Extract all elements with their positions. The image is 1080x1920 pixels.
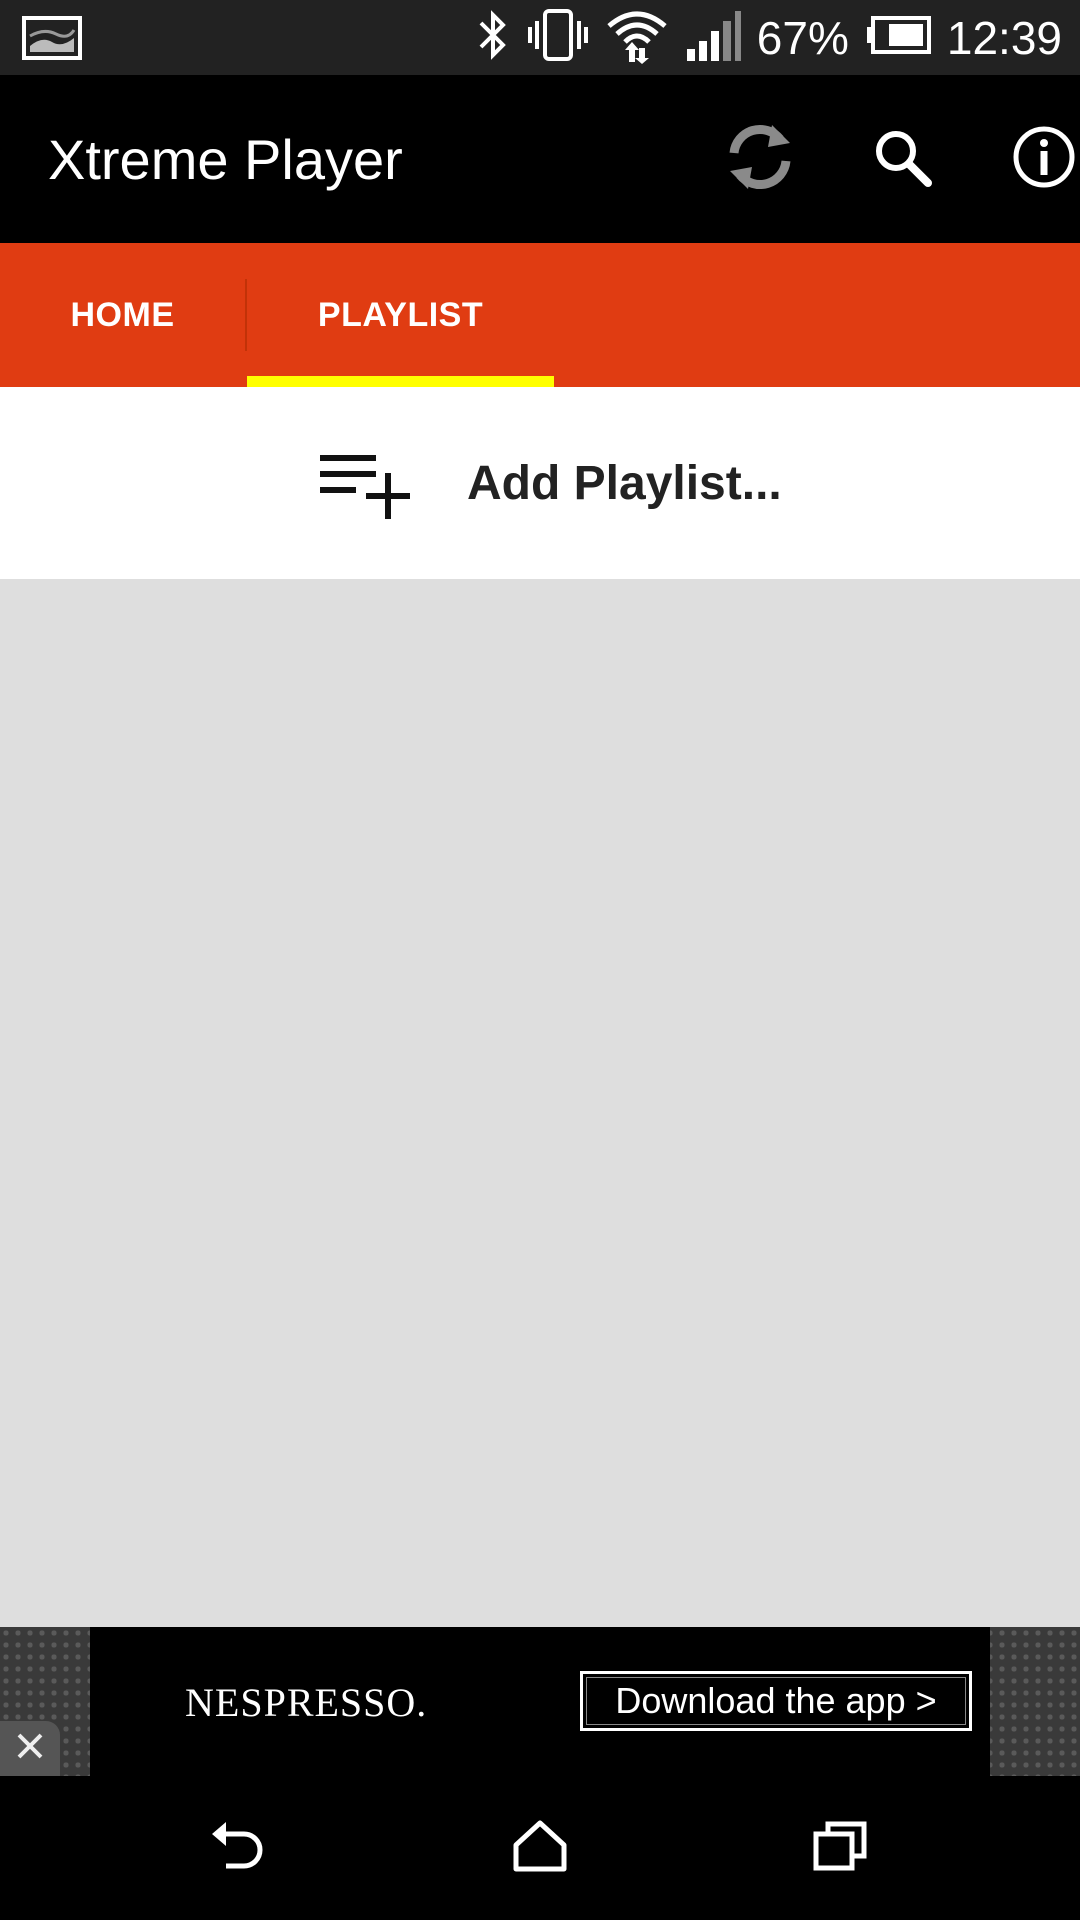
ad-banner[interactable]: NESPRESSO. Download the app > <box>0 1627 1080 1776</box>
close-icon <box>15 1731 45 1766</box>
gallery-icon <box>22 16 82 65</box>
status-bar: 67% 12:39 <box>0 0 1080 75</box>
ad-brand-logo: NESPRESSO. <box>185 1680 428 1725</box>
battery-percent: 67% <box>756 11 849 64</box>
recents-button[interactable] <box>804 1812 876 1884</box>
battery-icon <box>865 15 931 60</box>
tab-playlist[interactable]: PLAYLIST <box>247 243 554 387</box>
screen: 67% 12:39 Xtreme Player HOME PLAYLIST Ad… <box>0 0 1080 1920</box>
ad-close-button[interactable] <box>0 1721 60 1776</box>
add-playlist-button[interactable]: Add Playlist... <box>0 387 1080 579</box>
wifi-icon <box>605 6 669 69</box>
home-icon <box>512 1819 568 1878</box>
info-icon <box>1012 125 1076 194</box>
bluetooth-icon <box>475 7 511 68</box>
app-title: Xtreme Player <box>48 128 403 191</box>
app-bar: Xtreme Player <box>0 75 1080 243</box>
navigation-bar <box>0 1776 1080 1920</box>
back-icon <box>210 1820 270 1877</box>
refresh-button[interactable] <box>718 117 802 201</box>
clock: 12:39 <box>946 11 1062 64</box>
ad-download-button[interactable]: Download the app > <box>580 1671 972 1731</box>
info-button[interactable] <box>1002 117 1080 201</box>
playlist-add-icon <box>318 453 412 526</box>
vibrate-icon <box>527 7 589 68</box>
tab-bar: HOME PLAYLIST <box>0 243 1080 387</box>
home-nav-button[interactable] <box>504 1812 576 1884</box>
add-playlist-label: Add Playlist... <box>467 457 782 510</box>
back-button[interactable] <box>204 1812 276 1884</box>
ad-content[interactable]: NESPRESSO. Download the app > <box>90 1627 990 1776</box>
recents-icon <box>812 1820 868 1877</box>
tab-selected-indicator <box>247 376 554 387</box>
signal-icon <box>685 9 741 66</box>
tab-home[interactable]: HOME <box>0 243 245 387</box>
refresh-icon <box>722 119 798 200</box>
playlist-content-area <box>0 579 1080 1627</box>
search-button[interactable] <box>860 117 944 201</box>
search-icon <box>872 127 932 192</box>
